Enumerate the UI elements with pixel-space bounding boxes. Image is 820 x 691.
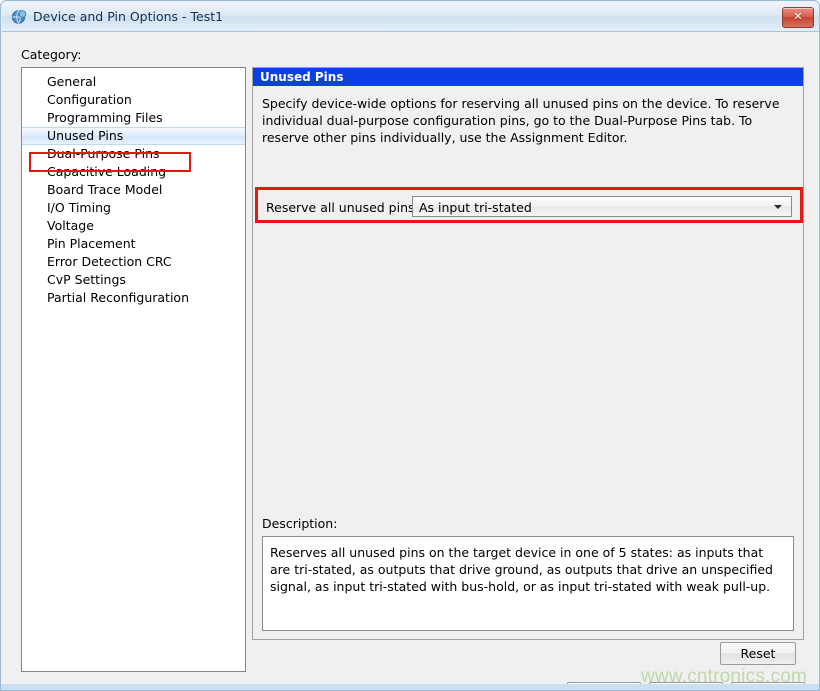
window-title: Device and Pin Options - Test1: [33, 9, 223, 24]
category-item-voltage[interactable]: Voltage: [22, 217, 245, 235]
category-item-capacitive-loading[interactable]: Capacitive Loading: [22, 163, 245, 181]
description-text: Reserves all unused pins on the target d…: [270, 544, 782, 595]
dialog-body: Category: General Configuration Programm…: [2, 32, 820, 691]
options-pane: Unused Pins Specify device-wide options …: [252, 67, 804, 640]
close-icon: ✕: [783, 8, 813, 27]
description-box: Reserves all unused pins on the target d…: [262, 536, 794, 631]
reserve-pins-dropdown[interactable]: As input tri-stated: [412, 196, 792, 217]
globe-icon: [11, 9, 27, 25]
category-item-board-trace-model[interactable]: Board Trace Model: [22, 181, 245, 199]
category-item-programming-files[interactable]: Programming Files: [22, 109, 245, 127]
chevron-down-icon: [770, 197, 787, 216]
category-item-dual-purpose-pins[interactable]: Dual-Purpose Pins: [22, 145, 245, 163]
reserve-pins-value: As input tri-stated: [419, 200, 532, 215]
category-label: Category:: [21, 47, 81, 62]
category-item-cvp-settings[interactable]: CvP Settings: [22, 271, 245, 289]
description-label: Description:: [262, 516, 337, 531]
reset-button[interactable]: Reset: [720, 642, 796, 665]
reserve-pins-highlight: Reserve all unused pins: As input tri-st…: [255, 187, 803, 223]
close-button[interactable]: ✕: [782, 7, 814, 28]
category-item-io-timing[interactable]: I/O Timing: [22, 199, 245, 217]
dialog-window: Device and Pin Options - Test1 ✕ Categor…: [0, 0, 820, 691]
window-bottom-strip: [1, 684, 820, 691]
title-bar: Device and Pin Options - Test1 ✕: [2, 2, 820, 32]
category-item-configuration[interactable]: Configuration: [22, 91, 245, 109]
category-item-general[interactable]: General: [22, 73, 245, 91]
category-item-unused-pins[interactable]: Unused Pins: [22, 127, 245, 145]
category-item-error-detection-crc[interactable]: Error Detection CRC: [22, 253, 245, 271]
pane-title: Unused Pins: [253, 68, 803, 86]
category-item-pin-placement[interactable]: Pin Placement: [22, 235, 245, 253]
reserve-pins-label: Reserve all unused pins:: [266, 200, 419, 215]
category-item-partial-reconfiguration[interactable]: Partial Reconfiguration: [22, 289, 245, 307]
category-list[interactable]: General Configuration Programming Files …: [21, 67, 246, 672]
pane-description: Specify device-wide options for reservin…: [262, 95, 796, 146]
